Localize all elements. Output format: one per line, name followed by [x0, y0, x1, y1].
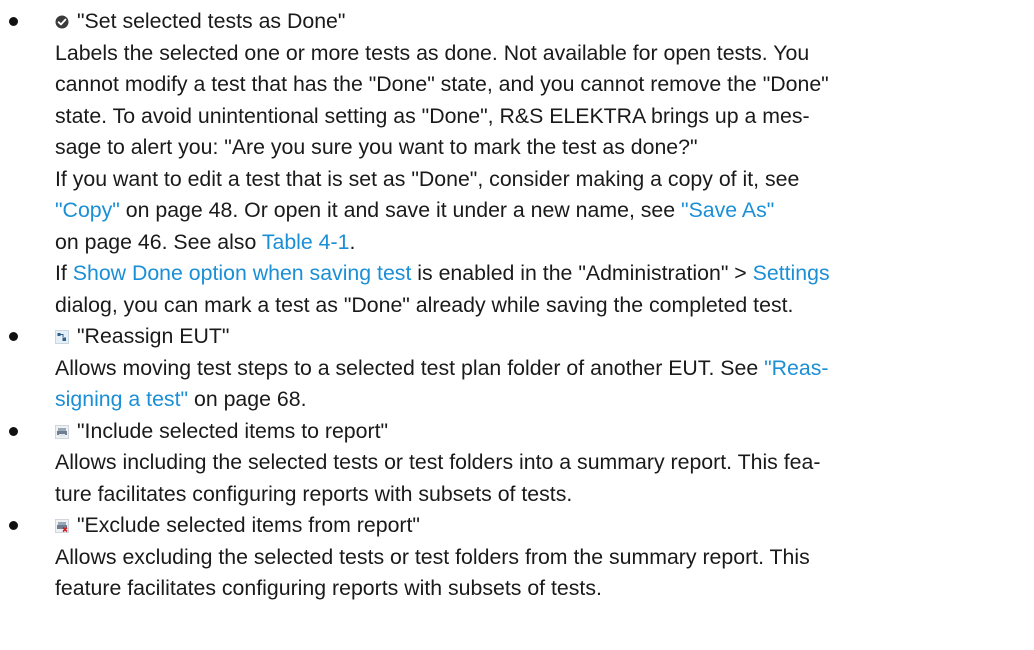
link-save-as[interactable]: "Save As" — [681, 198, 774, 222]
link-show-done-option[interactable]: Show Done option when saving test — [73, 261, 412, 285]
description-line: state. To avoid unintentional setting as… — [55, 103, 810, 128]
list-item-set-done: "Set selected tests as Done" Labels the … — [0, 6, 1034, 321]
description-line: sage to alert you: "Are you sure you wan… — [55, 135, 698, 159]
item-heading: "Exclude selected items from report" — [55, 510, 1034, 542]
description-line: Allows including the selected tests or t… — [55, 450, 821, 474]
description-line: on page 46. See also Table 4-1. — [55, 227, 1034, 259]
list-item-include-report: "Include selected items to report" Allow… — [0, 416, 1034, 511]
context-menu-description-list: "Set selected tests as Done" Labels the … — [0, 6, 1034, 605]
item-title: "Include selected items to report" — [77, 418, 389, 443]
description-line: Labels the selected one or more tests as… — [55, 40, 810, 65]
text-segment: If — [55, 261, 73, 285]
text-segment: is enabled in the "Administration" > — [411, 261, 753, 285]
description-line: Allows excluding the selected tests or t… — [55, 544, 810, 569]
exclude-report-icon — [55, 519, 69, 533]
check-circle-icon — [55, 15, 69, 29]
link-settings[interactable]: Settings — [753, 261, 830, 285]
include-report-icon — [55, 424, 69, 439]
reassign-icon — [55, 330, 69, 344]
description-line: If Show Done option when saving test is … — [55, 258, 1034, 290]
description-line: "Copy" on page 48. Or open it and save i… — [55, 195, 1034, 227]
description-line: signing a test" on page 68. — [55, 384, 1034, 416]
bullet — [9, 332, 18, 341]
text-segment: . — [349, 229, 356, 254]
description-line: Allows moving test steps to a selected t… — [55, 353, 1034, 385]
description-line: dialog, you can mark a test as "Done" al… — [55, 292, 794, 317]
list-item-exclude-report: "Exclude selected items from report" All… — [0, 510, 1034, 605]
description-line: cannot modify a test that has the "Done"… — [55, 72, 829, 96]
description-line: If you want to edit a test that is set a… — [55, 166, 800, 191]
text-segment: Allows moving test steps to a selected t… — [55, 355, 765, 380]
document-page: "Set selected tests as Done" Labels the … — [0, 0, 1034, 605]
bullet — [9, 426, 18, 436]
bullet — [9, 17, 18, 26]
text-segment: on page 46. See also — [55, 229, 262, 254]
description-line: feature facilitates configuring reports … — [55, 576, 602, 600]
link-reassigning-a-test[interactable]: "Reas- — [764, 356, 828, 380]
text-segment: on page 68. — [188, 387, 307, 411]
link-reassigning-a-test-cont[interactable]: signing a test" — [55, 387, 188, 411]
link-table-4-1[interactable]: Table 4-1 — [262, 230, 350, 254]
item-title: "Exclude selected items from report" — [77, 513, 420, 537]
list-item-reassign-eut: "Reassign EUT" Allows moving test steps … — [0, 321, 1034, 416]
bullet — [9, 521, 18, 530]
item-heading: "Set selected tests as Done" — [55, 6, 1034, 38]
text-segment: on page 48. Or open it and save it under… — [119, 198, 682, 222]
link-copy[interactable]: "Copy" — [55, 198, 120, 222]
description-line: ture facilitates configuring reports wit… — [55, 481, 573, 506]
item-heading: "Reassign EUT" — [55, 321, 1034, 353]
item-heading: "Include selected items to report" — [55, 416, 1034, 448]
item-title: "Reassign EUT" — [77, 324, 230, 348]
item-title: "Set selected tests as Done" — [77, 9, 346, 33]
